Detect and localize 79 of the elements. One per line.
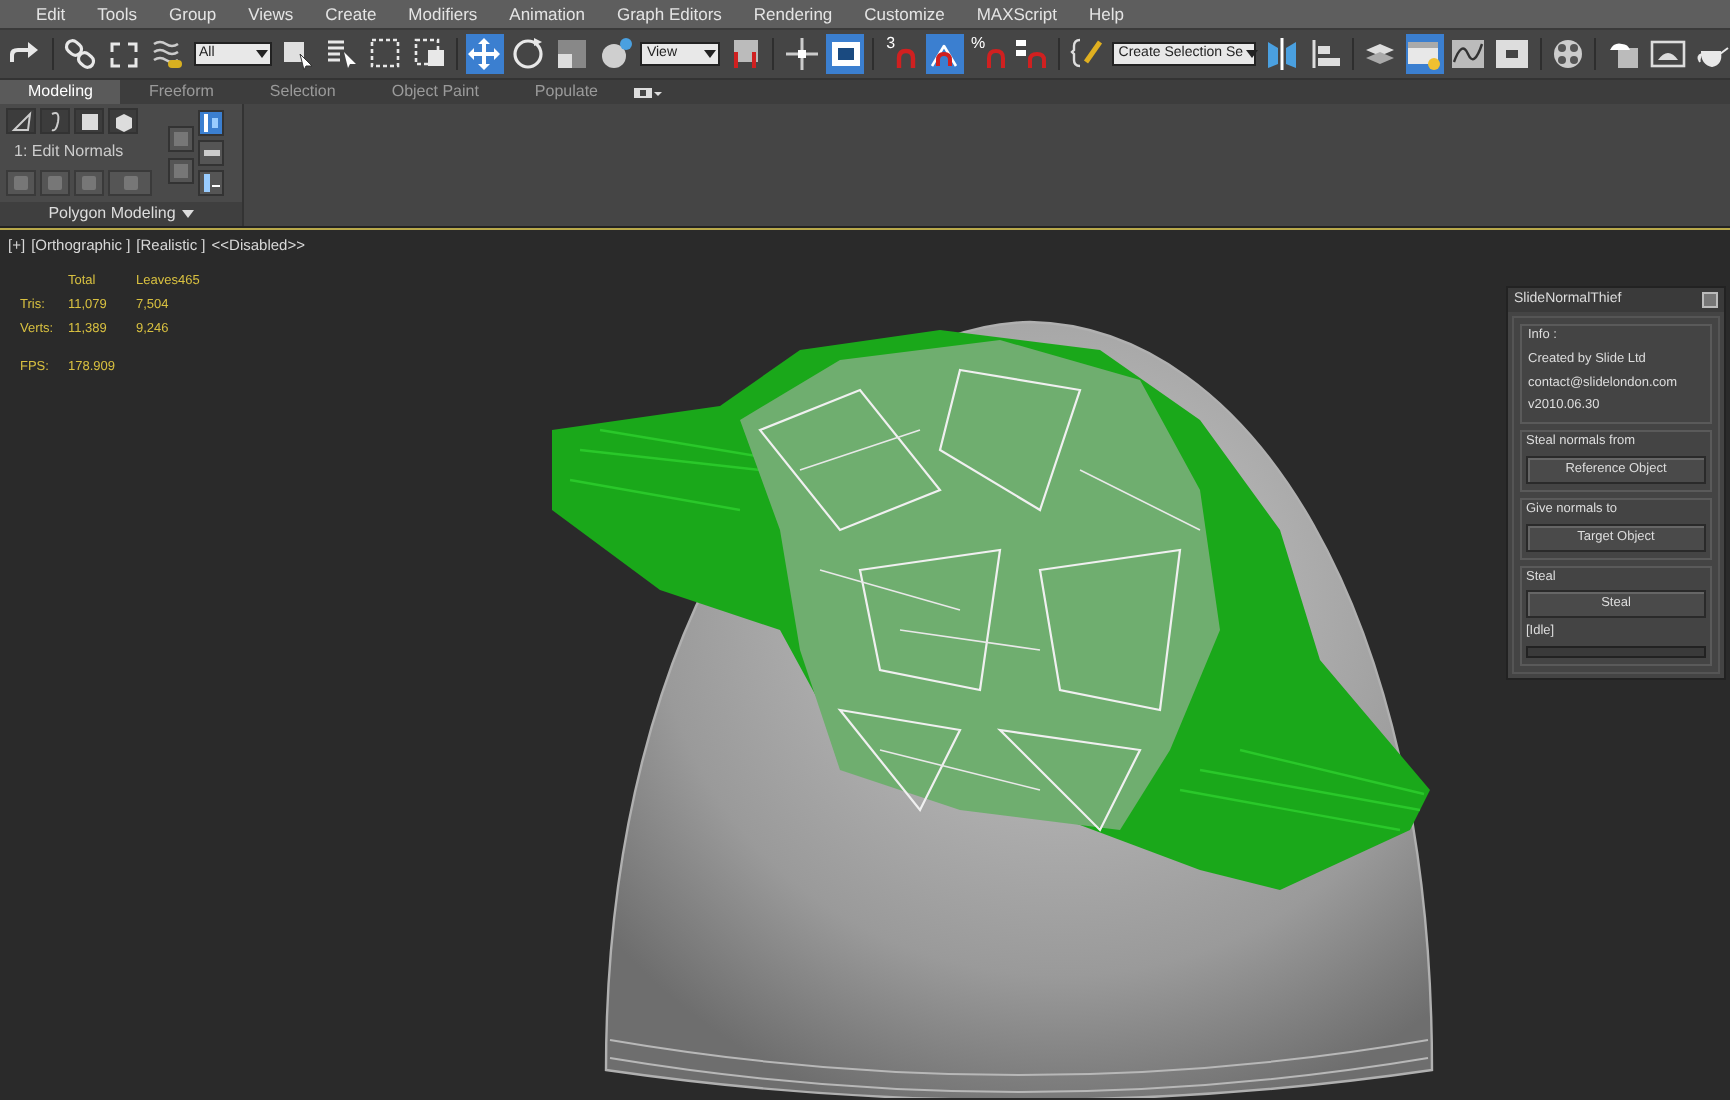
tool-square-icon	[80, 174, 98, 192]
toolbar-button[interactable]	[597, 34, 635, 74]
wave-lines-icon	[150, 36, 187, 72]
menu-item[interactable]: Graph Editors	[600, 1, 738, 27]
toolbar-button[interactable]	[782, 34, 821, 74]
menu-item[interactable]: Views	[232, 1, 310, 27]
chain-link-icon	[62, 36, 99, 72]
menu-item[interactable]: Customize	[848, 1, 961, 27]
dashed-rectangle-icon	[367, 36, 404, 72]
toolbar-button[interactable]	[925, 34, 964, 74]
crosshair-icon	[783, 36, 820, 72]
toolbar-button[interactable]: 3	[881, 34, 920, 74]
caret-icon	[181, 210, 194, 218]
menu-item[interactable]: MAXScript	[960, 1, 1073, 27]
toolbar-button[interactable]	[465, 34, 504, 74]
brace-pencil-icon	[1069, 36, 1106, 72]
ribbon-tab[interactable]: Object Paint	[363, 80, 507, 104]
menu-item[interactable]: Group	[153, 1, 233, 27]
align-icon	[1307, 36, 1344, 72]
spinner-magnet-icon	[1014, 36, 1050, 72]
menu-item[interactable]: Create	[309, 1, 393, 27]
toolbar-button[interactable]	[1405, 34, 1444, 74]
tool-square-icon	[170, 160, 192, 182]
toolbar-button[interactable]	[1449, 34, 1488, 74]
square-icon	[77, 109, 101, 133]
toolbar-button[interactable]	[1013, 34, 1051, 74]
mode-label: 1: Edit Normals	[12, 140, 126, 164]
menu-item[interactable]: Animation	[493, 1, 601, 27]
dropdown-caret-icon	[702, 48, 719, 60]
scene-explorer-icon	[1406, 36, 1443, 72]
select-cursor-icon	[279, 36, 316, 72]
ribbon-tool-button[interactable]	[40, 108, 70, 134]
toolbar-button[interactable]	[1493, 34, 1532, 74]
menu-item[interactable]: Tools	[81, 1, 153, 27]
curve-graph-icon	[1450, 36, 1487, 72]
film-reel-icon	[1549, 36, 1586, 72]
render-frame-icon	[1649, 36, 1686, 72]
rotate-circle-icon	[510, 36, 547, 72]
menu-item[interactable]: Rendering	[737, 1, 849, 27]
mirror-icon	[1263, 36, 1300, 72]
ribbon-tab[interactable]: Selection	[241, 80, 364, 104]
tool-square-icon	[170, 128, 192, 150]
dropdown-caret-icon	[254, 48, 271, 60]
triangle-icon	[9, 109, 33, 133]
menu-item[interactable]: Edit	[20, 1, 82, 27]
list-cursor-icon	[323, 36, 360, 72]
scale-square-icon	[554, 36, 591, 72]
snap-magnet-icon	[895, 48, 916, 68]
percent-magnet-icon	[985, 48, 1006, 68]
ribbon-tab[interactable]: Populate	[506, 80, 627, 104]
ribbon-tool-button[interactable]	[198, 170, 224, 196]
tool-square-icon	[12, 174, 30, 192]
tool-square-icon	[121, 174, 139, 192]
toolbar-button[interactable]	[1262, 34, 1301, 74]
ribbon-tool-button[interactable]	[108, 108, 138, 134]
dropdown-caret-icon	[1243, 48, 1260, 60]
ribbon-tab[interactable]: Modeling	[0, 80, 121, 104]
ribbon-tool-button[interactable]	[6, 108, 36, 134]
ribbon-tool-button[interactable]	[74, 108, 104, 134]
ribbon-tab[interactable]: Freeform	[120, 80, 242, 104]
toolbar-button[interactable]	[61, 34, 100, 74]
sphere-icon	[598, 36, 634, 72]
schematic-box-icon	[1494, 36, 1531, 72]
move-arrows-icon	[466, 36, 503, 72]
tool-square-icon	[46, 174, 64, 192]
toolbar-button[interactable]: %	[969, 34, 1008, 74]
menu-item[interactable]: Modifiers	[392, 1, 494, 27]
camera-caret-icon	[634, 85, 663, 99]
cube-icon	[111, 109, 135, 133]
ribbon-tool-button[interactable]	[198, 110, 224, 136]
toolbar-button[interactable]	[553, 34, 592, 74]
bars-icon	[200, 112, 222, 134]
toolbar-button[interactable]	[1549, 34, 1587, 74]
menu-item[interactable]: Help	[1072, 1, 1140, 27]
toolbar-button[interactable]	[509, 34, 548, 74]
panel-footer-button[interactable]: Polygon Modeling	[0, 202, 242, 226]
window-crossing-icon	[411, 36, 447, 72]
ribbon-tool-button[interactable]	[198, 140, 224, 166]
ruler-icon	[200, 172, 222, 194]
